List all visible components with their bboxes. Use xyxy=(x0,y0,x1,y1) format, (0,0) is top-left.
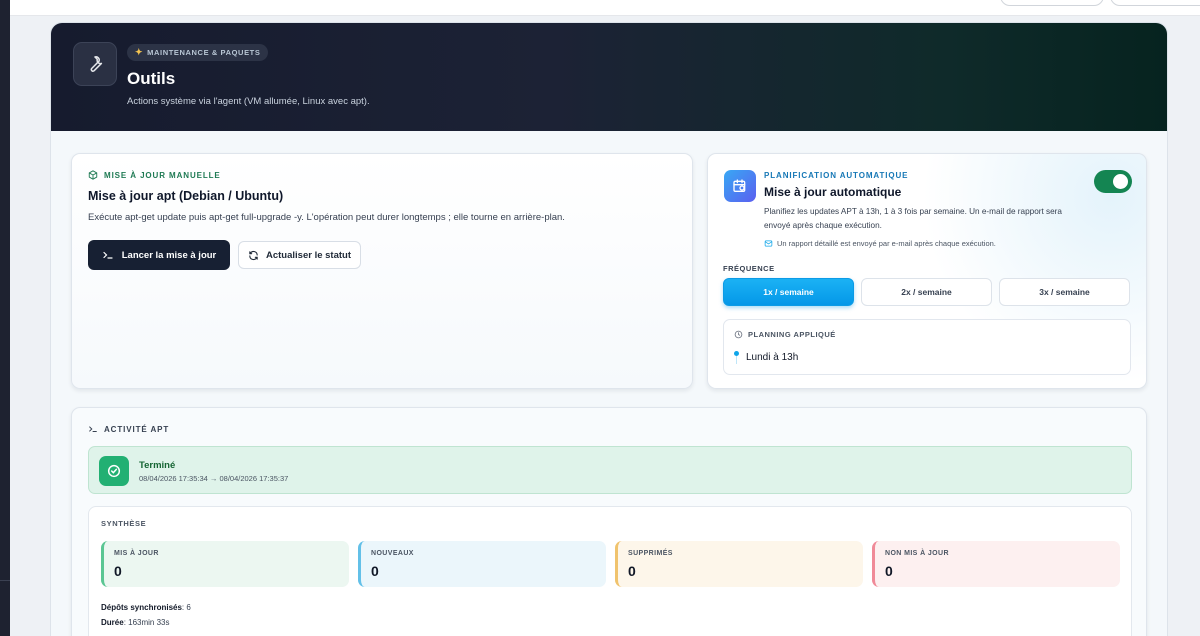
stat-label: NOUVEAUX xyxy=(371,550,414,557)
repos-label: Dépôts synchronisés xyxy=(101,603,182,612)
terminal-icon xyxy=(89,426,97,432)
top-button-1[interactable] xyxy=(1000,0,1104,6)
planning-label: PLANNING APPLIQUÉ xyxy=(734,330,836,339)
auto-planning-card: PLANIFICATION AUTOMATIQUE Mise à jour au… xyxy=(707,153,1147,389)
run-update-button[interactable]: Lancer la mise à jour xyxy=(88,240,230,270)
calendar-clock-icon xyxy=(724,170,756,202)
auto-title: Mise à jour automatique xyxy=(764,185,902,199)
manual-section-text: MISE À JOUR MANUELLE xyxy=(104,170,221,180)
repos-value: : 6 xyxy=(181,603,191,612)
frequency-option-1x[interactable]: 1x / semaine xyxy=(723,278,854,306)
duration-value: : 163min 33s xyxy=(123,618,170,627)
auto-note: Un rapport détaillé est envoyé par e-mai… xyxy=(764,239,996,248)
frequency-label: FRÉQUENCE xyxy=(723,264,775,273)
stat-label: MIS À JOUR xyxy=(114,550,159,557)
stat-value: 0 xyxy=(885,563,893,579)
auto-note-text: Un rapport détaillé est envoyé par e-mai… xyxy=(777,239,996,248)
repos-synced: Dépôts synchronisés: 6 xyxy=(101,603,191,612)
applied-planning-box: PLANNING APPLIQUÉ Lundi à 13h xyxy=(723,319,1131,375)
sidebar-divider xyxy=(0,580,10,581)
package-icon xyxy=(88,170,98,180)
manual-title: Mise à jour apt (Debian / Ubuntu) xyxy=(88,189,284,203)
hero-badge: ✦ MAINTENANCE & PAQUETS xyxy=(127,44,269,61)
stat-value: 0 xyxy=(114,563,122,579)
summary-panel: SYNTHÈSE MIS À JOUR 0 NOUVEAUX 0 SUPPRIM… xyxy=(88,506,1132,636)
stat-label: SUPPRIMÉS xyxy=(628,550,673,557)
check-circle-icon xyxy=(99,456,129,486)
manual-update-card: MISE À JOUR MANUELLE Mise à jour apt (De… xyxy=(71,153,693,389)
sparkle-icon: ✦ xyxy=(135,47,144,57)
auto-section-label: PLANIFICATION AUTOMATIQUE xyxy=(764,171,909,180)
status-time: 08/04/2026 17:35:34 → 08/04/2026 17:35:3… xyxy=(139,474,289,483)
auto-description: Planifiez les updates APT à 13h, 1 à 3 f… xyxy=(764,207,1062,230)
auto-update-toggle[interactable] xyxy=(1094,170,1132,193)
page-subtitle: Actions système via l'agent (VM allumée,… xyxy=(127,96,370,107)
wrench-icon xyxy=(73,42,117,86)
stat-new: NOUVEAUX 0 xyxy=(358,541,606,587)
top-bar xyxy=(10,0,1200,16)
planning-value: Lundi à 13h xyxy=(746,352,799,363)
refresh-status-label: Actualiser le statut xyxy=(266,249,351,261)
activity-section-label: ACTIVITÉ APT xyxy=(88,424,169,434)
toggle-knob xyxy=(1113,174,1128,189)
page-title: Outils xyxy=(127,69,176,88)
summary-label: SYNTHÈSE xyxy=(101,519,147,528)
top-button-2[interactable] xyxy=(1110,0,1200,6)
app-sidebar-edge xyxy=(0,0,10,636)
clock-icon xyxy=(734,330,743,339)
stat-label: NON MIS À JOUR xyxy=(885,550,949,557)
stat-updated: MIS À JOUR 0 xyxy=(101,541,349,587)
status-banner: Terminé 08/04/2026 17:35:34 → 08/04/2026… xyxy=(88,446,1132,494)
duration: Durée: 163min 33s xyxy=(101,618,170,627)
planning-label-text: PLANNING APPLIQUÉ xyxy=(748,330,836,339)
hero-header: ✦ MAINTENANCE & PAQUETS Outils Actions s… xyxy=(51,23,1167,131)
activity-section-text: ACTIVITÉ APT xyxy=(104,424,170,434)
stat-value: 0 xyxy=(371,563,379,579)
mail-icon xyxy=(764,240,773,247)
stat-value: 0 xyxy=(628,563,636,579)
status-title: Terminé xyxy=(139,460,176,471)
duration-label: Durée xyxy=(101,618,124,627)
timeline-line xyxy=(736,356,737,364)
hero-badge-label: MAINTENANCE & PAQUETS xyxy=(147,48,261,57)
run-update-label: Lancer la mise à jour xyxy=(121,249,217,261)
refresh-icon xyxy=(249,250,258,260)
terminal-icon xyxy=(103,251,113,259)
refresh-status-button[interactable]: Actualiser le statut xyxy=(238,241,361,269)
stat-not-updated: NON MIS À JOUR 0 xyxy=(872,541,1120,587)
tools-panel: ✦ MAINTENANCE & PAQUETS Outils Actions s… xyxy=(50,22,1168,636)
frequency-option-2x[interactable]: 2x / semaine xyxy=(861,278,992,306)
manual-description: Exécute apt-get update puis apt-get full… xyxy=(88,212,565,223)
stat-removed: SUPPRIMÉS 0 xyxy=(615,541,863,587)
manual-section-label: MISE À JOUR MANUELLE xyxy=(88,170,221,180)
frequency-option-3x[interactable]: 3x / semaine xyxy=(999,278,1130,306)
apt-activity-card: ACTIVITÉ APT Terminé 08/04/2026 17:35:34… xyxy=(71,407,1147,636)
